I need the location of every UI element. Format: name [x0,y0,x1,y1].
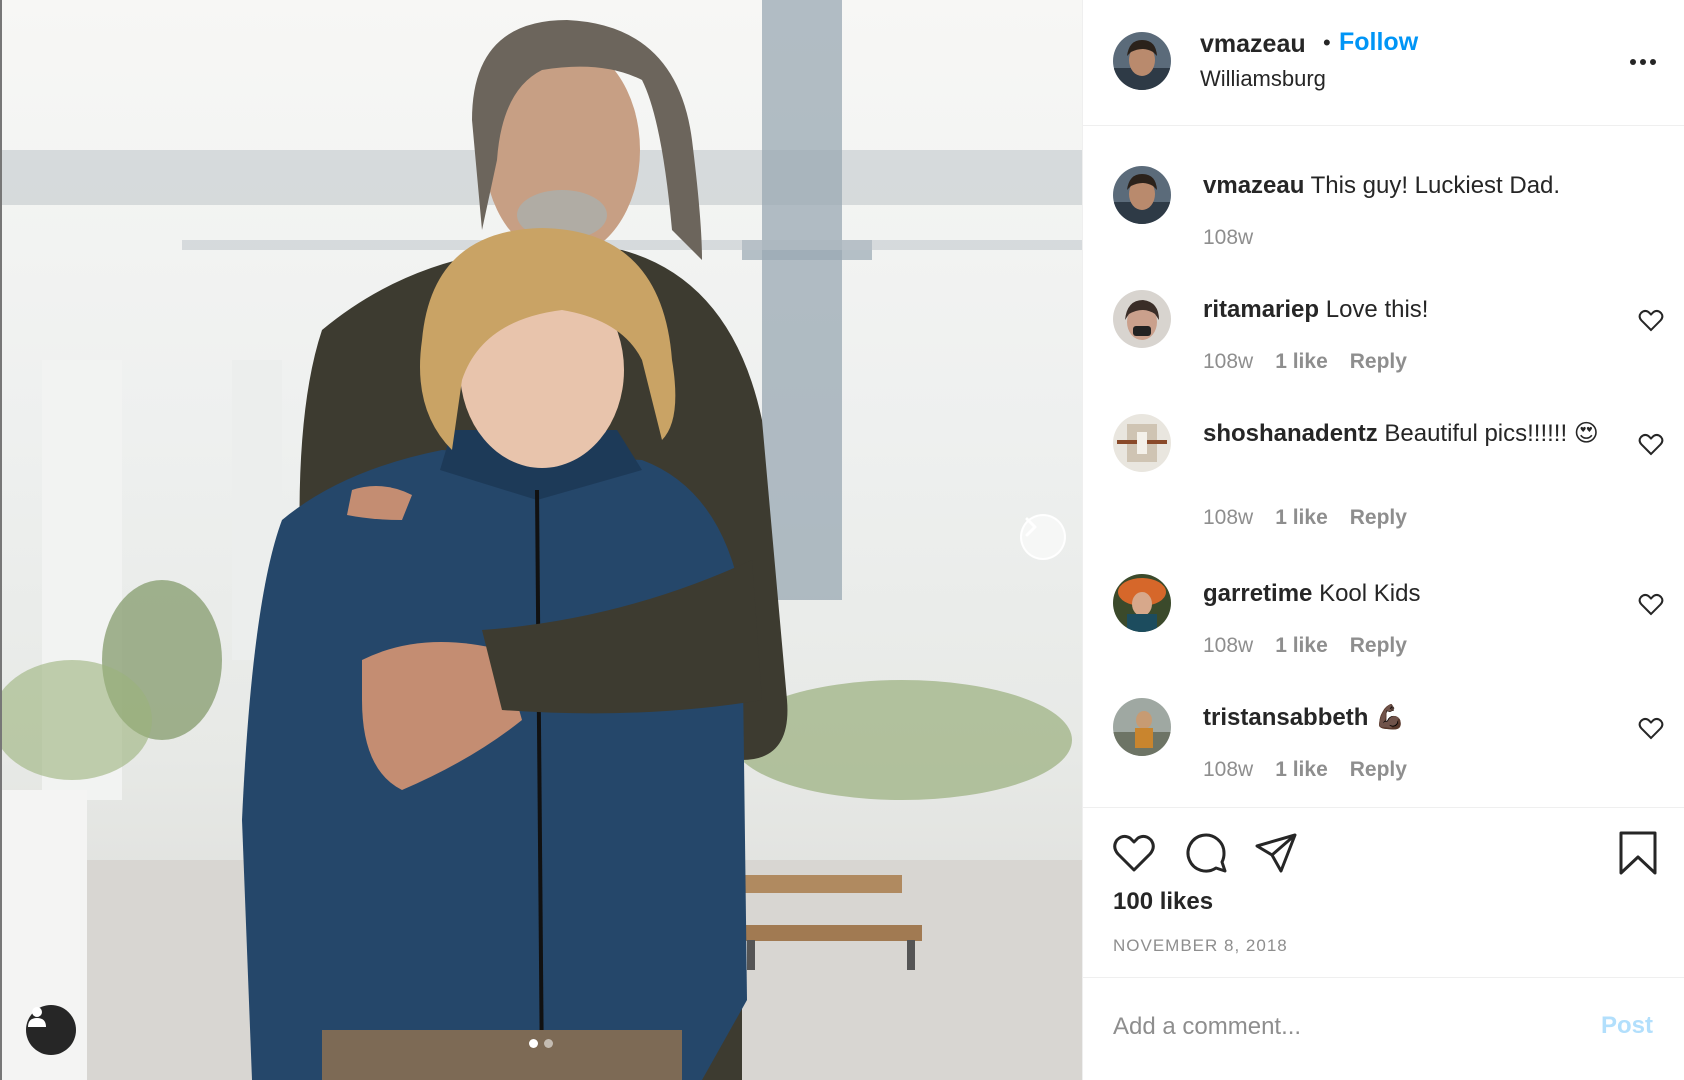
comment-body: Kool Kids [1319,580,1421,607]
avatar[interactable] [1113,574,1171,632]
comment-item: tristansabbeth 💪🏿 108w 1 like Reply [1083,698,1684,808]
comment-meta: 108w 1 like Reply [1203,634,1407,658]
photo-illustration [2,0,1082,1080]
bookmark-icon[interactable] [1615,830,1661,876]
comment-item: ritamariep Love this! 108w 1 like Reply [1083,290,1684,400]
comment-username[interactable]: vmazeau [1203,172,1304,199]
carousel-dot [544,1039,553,1048]
comment-meta: 108w [1203,226,1253,250]
comment-text: tristansabbeth 💪🏿 [1203,702,1603,734]
heart-icon[interactable] [1638,716,1664,740]
heart-icon[interactable] [1638,432,1664,456]
comment-meta: 108w 1 like Reply [1203,506,1407,530]
follow-button[interactable]: Follow [1339,28,1418,57]
comment-body: Love this! [1325,296,1429,323]
post-location[interactable]: Williamsburg [1200,66,1326,92]
comment-time[interactable]: 108w [1203,634,1253,658]
comment-text: ritamariep Love this! [1203,294,1603,326]
comment-icon[interactable] [1183,830,1229,876]
heart-icon[interactable] [1638,592,1664,616]
reply-button[interactable]: Reply [1350,634,1407,658]
avatar[interactable] [1113,698,1171,756]
avatar-image [1113,574,1171,632]
post-date[interactable]: NOVEMBER 8, 2018 [1113,936,1288,956]
reply-button[interactable]: Reply [1350,350,1407,374]
comment-username[interactable]: shoshanadentz [1203,420,1378,447]
comment-text: shoshanadentz Beautiful pics!!!!!! 😍 [1203,418,1603,450]
avatar-image [1113,32,1171,90]
comment-username[interactable]: ritamariep [1203,296,1319,323]
comment-meta: 108w 1 like Reply [1203,758,1407,782]
comment-time[interactable]: 108w [1203,350,1253,374]
comment-body: 💪🏿 [1375,704,1405,731]
carousel-dot-active [529,1039,538,1048]
carousel-indicator [529,1039,553,1048]
comment-text: vmazeau This guy! Luckiest Dad. [1203,170,1603,202]
reply-button[interactable]: Reply [1350,758,1407,782]
comment-input[interactable] [1113,1002,1553,1052]
comment-like-count[interactable]: 1 like [1275,506,1328,530]
user-icon [28,1007,46,1027]
comment-time[interactable]: 108w [1203,506,1253,530]
post-comment-button[interactable]: Post [1601,1012,1653,1040]
instagram-post-modal: vmazeau • Follow Williamsburg vmazeau Th… [0,0,1684,1080]
author-avatar[interactable] [1113,32,1171,90]
chevron-right-icon [1025,517,1037,537]
header-separator: • [1323,30,1331,55]
avatar-image [1113,414,1171,472]
comment-time[interactable]: 108w [1203,226,1253,250]
more-icon [1630,59,1636,65]
reply-button[interactable]: Reply [1350,506,1407,530]
comment-like-count[interactable]: 1 like [1275,350,1328,374]
comment-item: garretime Kool Kids 108w 1 like Reply [1083,574,1684,684]
comments-list: vmazeau This guy! Luckiest Dad. 108w rit… [1083,126,1684,808]
comment-item: shoshanadentz Beautiful pics!!!!!! 😍 108… [1083,414,1684,554]
comment-like-count[interactable]: 1 like [1275,634,1328,658]
avatar[interactable] [1113,290,1171,348]
comment-time[interactable]: 108w [1203,758,1253,782]
comment-body: This guy! Luckiest Dad. [1310,172,1561,199]
next-photo-button[interactable] [1020,514,1066,560]
post-side-panel: vmazeau • Follow Williamsburg vmazeau Th… [1082,0,1684,1080]
add-comment-bar: Post [1083,978,1684,1080]
heart-icon[interactable] [1111,830,1157,876]
avatar[interactable] [1113,414,1171,472]
comment-username[interactable]: garretime [1203,580,1312,607]
avatar[interactable] [1113,166,1171,224]
post-photo[interactable] [0,0,1082,1080]
comment-body: Beautiful pics!!!!!! 😍 [1384,420,1599,447]
avatar-image [1113,698,1171,756]
comment-meta: 108w 1 like Reply [1203,350,1407,374]
caption: vmazeau This guy! Luckiest Dad. 108w [1083,166,1684,276]
post-actions: 100 likes NOVEMBER 8, 2018 [1083,808,1684,978]
more-options-button[interactable] [1623,50,1663,74]
post-header: vmazeau • Follow Williamsburg [1083,0,1684,126]
avatar-image [1113,166,1171,224]
tagged-users-button[interactable] [26,1005,76,1055]
avatar-image [1113,290,1171,348]
comment-username[interactable]: tristansabbeth [1203,704,1368,731]
comment-text: garretime Kool Kids [1203,578,1603,610]
author-username[interactable]: vmazeau [1200,30,1306,59]
share-icon[interactable] [1253,830,1299,876]
like-count[interactable]: 100 likes [1113,888,1213,916]
comment-like-count[interactable]: 1 like [1275,758,1328,782]
heart-icon[interactable] [1638,308,1664,332]
